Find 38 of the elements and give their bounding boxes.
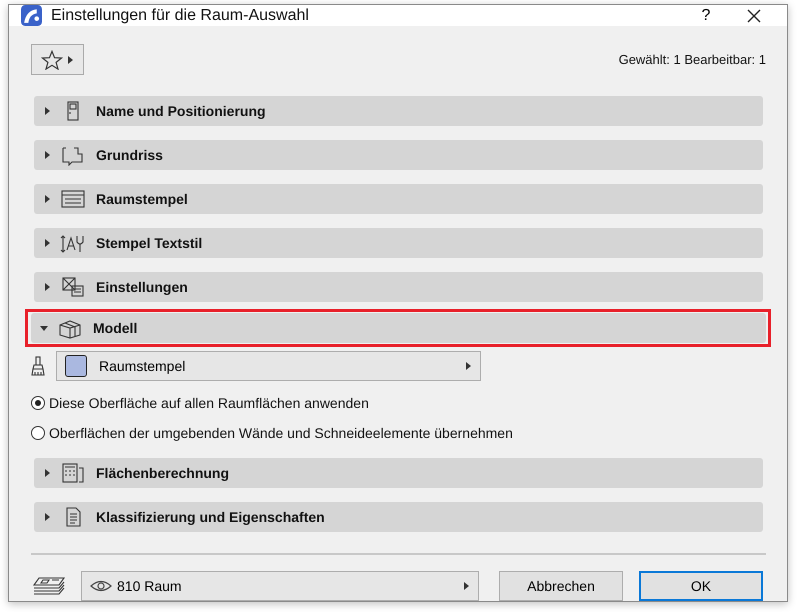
caret-icon: [42, 106, 52, 116]
layer-dropdown[interactable]: 810 Raum: [81, 571, 479, 601]
section-header[interactable]: Stempel Textstil: [34, 228, 763, 258]
caret-icon: [42, 150, 52, 160]
favorites-button[interactable]: [31, 44, 84, 75]
surface-dropdown[interactable]: Raumstempel: [56, 351, 481, 381]
window-title: Einstellungen für die Raum-Auswahl: [51, 6, 310, 24]
eye-icon: [90, 580, 112, 592]
cancel-button[interactable]: Abbrechen: [499, 571, 623, 601]
caret-icon: [42, 512, 52, 522]
section-header[interactable]: Klassifizierung und Eigenschaften: [34, 502, 763, 532]
caret-icon: [42, 282, 52, 292]
calculator-icon: [60, 462, 86, 484]
selection-count: Gewählt: 1 Bearbeitbar: 1: [618, 52, 766, 67]
brush-icon: [31, 356, 45, 376]
table-icon: [60, 188, 86, 210]
caret-icon: [42, 468, 52, 478]
radio-button[interactable]: [31, 426, 45, 440]
close-icon[interactable]: [746, 8, 762, 24]
caret-icon: [466, 361, 472, 371]
section-header[interactable]: Raumstempel: [34, 184, 763, 214]
section-header[interactable]: Name und Positionierung: [34, 96, 763, 126]
caret-icon: [68, 54, 74, 64]
caret-icon: [42, 194, 52, 204]
help-button[interactable]: ?: [686, 6, 726, 26]
section-header[interactable]: Einstellungen: [34, 272, 763, 302]
layers-icon: [31, 575, 67, 597]
radio-label: Diese Oberfläche auf allen Raumflächen anwenden: [49, 395, 369, 411]
caret-icon: [464, 581, 470, 591]
ok-button[interactable]: OK: [639, 571, 763, 601]
radio-label: Oberflächen der umgebenden Wände und Schneideelemente übernehmen: [49, 425, 513, 441]
section-header[interactable]: Grundriss: [34, 140, 763, 170]
radio-button[interactable]: [31, 396, 45, 410]
caret-icon: [39, 323, 49, 333]
star-icon: [41, 50, 63, 70]
section-header[interactable]: Modell: [31, 313, 766, 343]
section-header[interactable]: Flächenberechnung: [34, 458, 763, 488]
caret-icon: [42, 238, 52, 248]
